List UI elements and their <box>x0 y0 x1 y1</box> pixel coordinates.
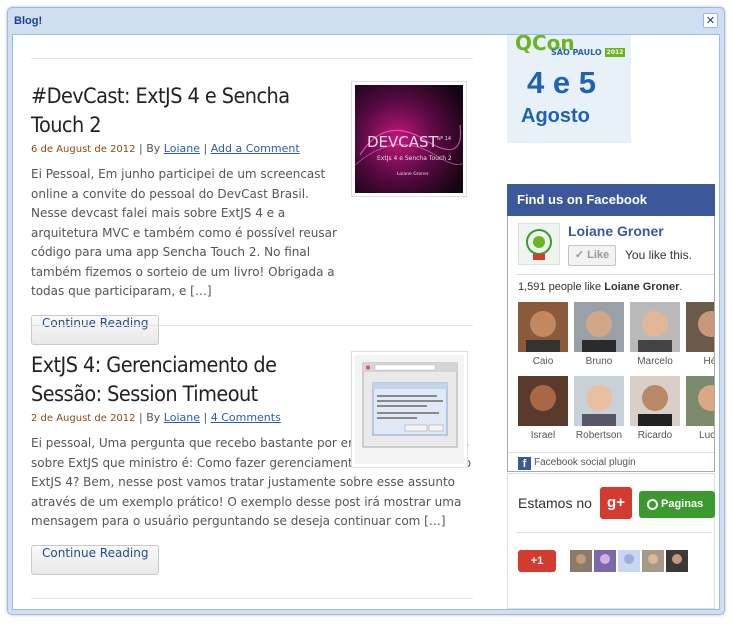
plus-one-button[interactable]: +1 <box>518 550 556 572</box>
post-thumbnail[interactable]: DEVCAST Nº 14 ExtJs 4 e Sencha Touch 2 L… <box>351 81 467 197</box>
fan-avatar[interactable] <box>574 376 624 426</box>
blog-window: Blog! ✕ #DevCast: ExtJS 4 e Sencha Touch… <box>7 7 725 615</box>
qcon-days: 4 e 5 <box>527 65 596 100</box>
qcon-month: Agosto <box>521 105 590 127</box>
sidebar: QCon SÃO PAULO 2012 4 e 5 Agosto Find us… <box>507 35 715 609</box>
fan-name[interactable]: Hél <box>681 356 714 367</box>
facebook-icon: f <box>518 457 531 470</box>
facebook-plugin-link[interactable]: Facebook social plugin <box>534 457 636 468</box>
fan-avatar[interactable] <box>574 302 624 352</box>
fan-name[interactable]: Israel <box>513 430 573 441</box>
post-author-link[interactable]: Loiane <box>164 142 200 155</box>
session-timeout-thumbnail-image <box>355 355 464 464</box>
post-author-link[interactable]: Loiane <box>164 411 200 424</box>
you-like-text: You like this. <box>625 248 692 262</box>
follower-avatar[interactable] <box>666 550 688 572</box>
window-titlebar[interactable]: Blog! ✕ <box>8 8 724 34</box>
fb-divider <box>516 274 714 275</box>
fan-name[interactable]: Lucia <box>681 430 714 441</box>
fan-avatar[interactable] <box>630 302 680 352</box>
post-divider <box>31 598 473 599</box>
svg-text:ExtJs 4 e Sencha Touch 2: ExtJs 4 e Sencha Touch 2 <box>377 155 452 162</box>
top-divider <box>31 58 473 59</box>
window-body[interactable]: #DevCast: ExtJS 4 e Sencha Touch 2 6 de … <box>12 34 720 610</box>
facebook-like-button[interactable]: ✓ Like <box>568 245 616 266</box>
fan-avatar[interactable] <box>518 376 568 426</box>
fan-name[interactable]: Ricardo <box>625 430 685 441</box>
facebook-header: Find us on Facebook <box>507 184 715 216</box>
thumb-devcast-text: DEVCAST <box>367 133 439 151</box>
follower-avatar[interactable] <box>642 550 664 572</box>
follower-avatar[interactable] <box>618 550 640 572</box>
gplus-divider <box>516 532 712 533</box>
post-by: By <box>146 411 161 424</box>
post-comments-link[interactable]: 4 Comments <box>211 411 281 424</box>
svg-text:Loiane Groner: Loiane Groner <box>397 171 429 177</box>
post-excerpt: Ei Pessoal, Em junho participei de um sc… <box>31 167 337 298</box>
facebook-like-box: Loiane Groner ✓ Like You like this. 1,59… <box>507 216 715 472</box>
continue-reading-button[interactable]: Continue Reading <box>31 544 160 575</box>
continue-reading-button[interactable]: Continue Reading <box>31 314 160 345</box>
fan-name[interactable]: Caio <box>513 356 573 367</box>
page-logo-icon <box>526 229 552 260</box>
gplus-icon[interactable]: g+ <box>600 487 632 519</box>
follower-avatar[interactable] <box>570 550 592 572</box>
window-title: Blog! <box>14 15 43 27</box>
close-button[interactable]: ✕ <box>703 13 718 28</box>
post-title[interactable]: #DevCast: ExtJS 4 e Sencha Touch 2 <box>31 82 312 140</box>
google-plus-box: Estamos no g+ Paginas +1 <box>507 473 715 609</box>
post-date: 2 de August de 2012 <box>31 413 136 424</box>
facebook-page-name[interactable]: Loiane Groner <box>568 223 664 239</box>
fan-name[interactable]: Marcelo <box>625 356 685 367</box>
svg-text:Nº 14: Nº 14 <box>437 136 451 142</box>
fan-name[interactable]: Bruno <box>569 356 629 367</box>
post-title[interactable]: ExtJS 4: Gerenciamento de Sessão: Sessio… <box>31 351 325 409</box>
circle-icon <box>647 499 658 510</box>
fan-count: 1,591 people like Loiane Groner. <box>518 281 683 293</box>
estamos-text: Estamos no <box>518 495 592 511</box>
qcon-year: 2012 <box>605 48 625 57</box>
fan-avatar[interactable] <box>518 302 568 352</box>
devcast-thumbnail-image: DEVCAST Nº 14 ExtJs 4 e Sencha Touch 2 L… <box>354 85 467 193</box>
fan-avatar[interactable] <box>686 302 715 352</box>
paginas-button[interactable]: Paginas <box>639 491 715 518</box>
post-divider <box>31 325 473 326</box>
qcon-city: SÃO PAULO <box>551 48 602 57</box>
fan-avatar[interactable] <box>630 376 680 426</box>
post-comments-link[interactable]: Add a Comment <box>211 142 300 155</box>
fan-avatar[interactable] <box>686 376 715 426</box>
follower-avatar[interactable] <box>594 550 616 572</box>
post-date: 6 de August de 2012 <box>31 144 136 155</box>
post-by: By <box>146 142 161 155</box>
qcon-banner[interactable]: QCon SÃO PAULO 2012 4 e 5 Agosto <box>507 35 631 143</box>
fan-name[interactable]: Robertson <box>569 430 629 441</box>
page-avatar[interactable] <box>518 223 560 265</box>
close-icon: ✕ <box>705 14 716 27</box>
post-thumbnail[interactable] <box>351 351 468 468</box>
